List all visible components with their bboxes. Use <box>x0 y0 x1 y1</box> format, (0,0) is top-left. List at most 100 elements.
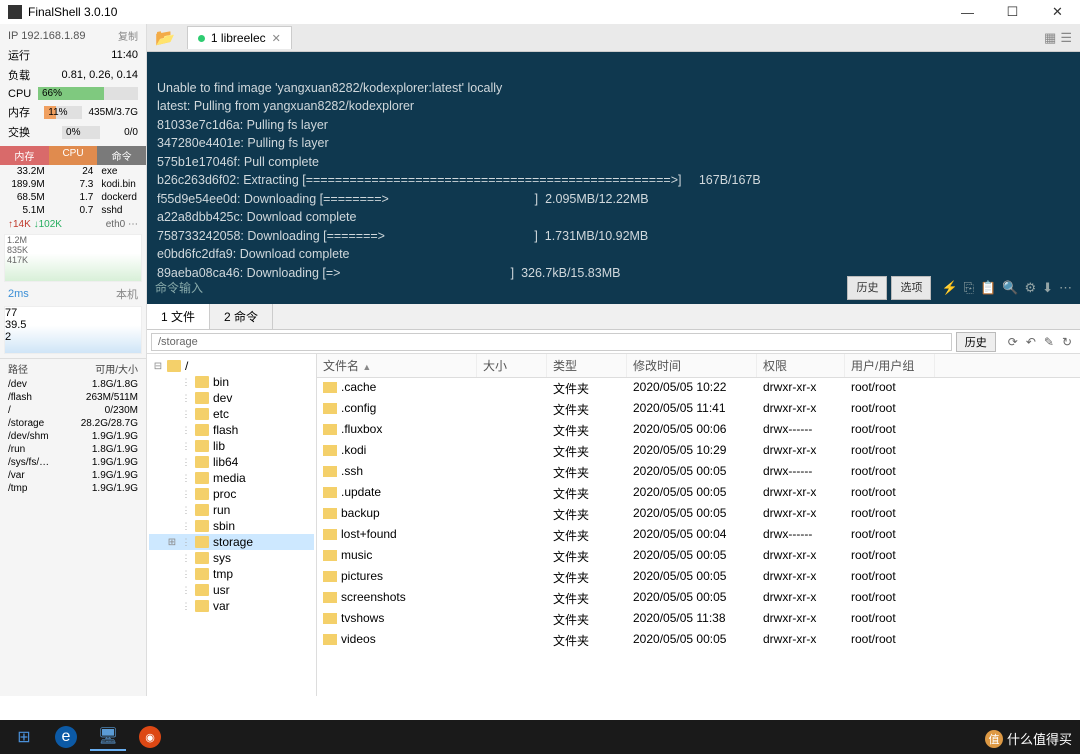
tree-node[interactable]: ⋮flash <box>149 422 314 438</box>
file-row[interactable]: tvshows文件夹2020/05/05 11:38drwxr-xr-xroot… <box>317 609 1080 630</box>
tree-node[interactable]: ⋮etc <box>149 406 314 422</box>
tree-node[interactable]: ⋮sbin <box>149 518 314 534</box>
taskbar[interactable]: ⊞ e 🖥 ◉ 值什么值得买 <box>0 720 1080 754</box>
terminal[interactable]: Unable to find image 'yangxuan8282/kodex… <box>147 52 1080 304</box>
watermark: 值什么值得买 <box>985 729 1072 748</box>
disk-row[interactable]: /dev1.8G/1.8G <box>0 378 146 391</box>
tree-root[interactable]: ⊟/ <box>149 358 314 374</box>
paste-icon[interactable]: 📋 <box>980 279 996 298</box>
maximize-button[interactable]: ☐ <box>990 0 1035 24</box>
tree-node[interactable]: ⋮run <box>149 502 314 518</box>
mem-pct: 11% <box>48 106 67 119</box>
folder-icon <box>323 424 337 435</box>
file-row[interactable]: .update文件夹2020/05/05 00:05drwxr-xr-xroot… <box>317 483 1080 504</box>
options-button[interactable]: 选项 <box>891 276 931 301</box>
tab-label: 1 libreelec <box>211 31 266 45</box>
download-icon[interactable]: ⬇ <box>1042 279 1053 298</box>
file-row[interactable]: .ssh文件夹2020/05/05 00:05drwx------root/ro… <box>317 462 1080 483</box>
taskbar-ubuntu[interactable]: ◉ <box>132 723 168 751</box>
tree-node[interactable]: ⋮lib <box>149 438 314 454</box>
list-view-icon[interactable]: ☰ <box>1060 30 1072 46</box>
file-row[interactable]: .config文件夹2020/05/05 11:41drwxr-xr-xroot… <box>317 399 1080 420</box>
folder-icon <box>323 487 337 498</box>
disk-row[interactable]: /storage28.2G/28.7G <box>0 417 146 430</box>
disk-row[interactable]: /dev/shm1.9G/1.9G <box>0 430 146 443</box>
file-row[interactable]: .fluxbox文件夹2020/05/05 00:06drwx------roo… <box>317 420 1080 441</box>
terminal-input[interactable]: 命令输入 <box>155 279 203 298</box>
minimize-button[interactable]: — <box>945 0 990 24</box>
more-icon[interactable]: ⋯ <box>1059 279 1072 298</box>
disk-row[interactable]: /tmp1.9G/1.9G <box>0 482 146 495</box>
folder-icon <box>195 408 209 420</box>
edit-icon[interactable]: ✎ <box>1044 335 1054 349</box>
net-down: ↓102K <box>34 219 62 230</box>
disk-row[interactable]: /0/230M <box>0 404 146 417</box>
folder-icon <box>195 392 209 404</box>
close-tab-icon[interactable]: ✕ <box>272 32 281 45</box>
process-row[interactable]: 68.5M1.7dockerd <box>0 191 146 204</box>
file-row[interactable]: lost+found文件夹2020/05/05 00:04drwx------r… <box>317 525 1080 546</box>
cpu-pct: 66% <box>42 87 62 100</box>
process-row[interactable]: 5.1M0.7sshd <box>0 204 146 217</box>
file-row[interactable]: .kodi文件夹2020/05/05 10:29drwxr-xr-xroot/r… <box>317 441 1080 462</box>
refresh-icon[interactable]: ⟳ <box>1008 335 1018 349</box>
tree-node[interactable]: ⋮usr <box>149 582 314 598</box>
disk-row[interactable]: /flash263M/511M <box>0 391 146 404</box>
path-history-button[interactable]: 历史 <box>956 332 996 352</box>
gear-icon[interactable]: ⚙ <box>1024 279 1036 298</box>
history-button[interactable]: 历史 <box>847 276 887 301</box>
tree-node[interactable]: ⋮dev <box>149 390 314 406</box>
disk-row[interactable]: /sys/fs/…1.9G/1.9G <box>0 456 146 469</box>
file-row[interactable]: music文件夹2020/05/05 00:05drwxr-xr-xroot/r… <box>317 546 1080 567</box>
open-folder-icon[interactable]: 📂 <box>155 28 175 48</box>
tab-files[interactable]: 1 文件 <box>147 304 210 329</box>
taskbar-windows[interactable]: ⊞ <box>6 723 42 751</box>
status-dot-icon <box>198 35 205 42</box>
tree-node[interactable]: ⋮media <box>149 470 314 486</box>
disk-row[interactable]: /run1.8G/1.9G <box>0 443 146 456</box>
tree-node[interactable]: ⋮sys <box>149 550 314 566</box>
path-input[interactable] <box>151 333 952 351</box>
folder-icon <box>195 488 209 500</box>
file-row[interactable]: backup文件夹2020/05/05 00:05drwxr-xr-xroot/… <box>317 504 1080 525</box>
tree-node[interactable]: ⋮proc <box>149 486 314 502</box>
tree-node[interactable]: ⋮tmp <box>149 566 314 582</box>
disk-row[interactable]: /var1.9G/1.9G <box>0 469 146 482</box>
tree-node[interactable]: ⋮bin <box>149 374 314 390</box>
swap-value: 0/0 <box>124 127 138 138</box>
file-row[interactable]: .cache文件夹2020/05/05 10:22drwxr-xr-xroot/… <box>317 378 1080 399</box>
tree-node[interactable]: ⊞⋮storage <box>149 534 314 550</box>
bolt-icon[interactable]: ⚡ <box>941 279 957 298</box>
close-button[interactable]: ✕ <box>1035 0 1080 24</box>
session-tab[interactable]: 1 libreelec ✕ <box>187 26 292 49</box>
process-row[interactable]: 189.9M7.3kodi.bin <box>0 178 146 191</box>
search-icon[interactable]: 🔍 <box>1002 279 1018 298</box>
directory-tree[interactable]: ⊟/ ⋮bin⋮dev⋮etc⋮flash⋮lib⋮lib64⋮media⋮pr… <box>147 354 317 696</box>
file-row[interactable]: videos文件夹2020/05/05 00:05drwxr-xr-xroot/… <box>317 630 1080 651</box>
taskbar-edge[interactable]: e <box>48 723 84 751</box>
folder-icon <box>323 634 337 645</box>
copy-ip-button[interactable]: 复制 <box>118 28 138 43</box>
file-list-header[interactable]: 文件名 ▲ 大小 类型 修改时间 权限 用户/用户组 <box>317 354 1080 378</box>
folder-icon <box>323 571 337 582</box>
back-icon[interactable]: ↶ <box>1026 335 1036 349</box>
tab-commands[interactable]: 2 命令 <box>210 304 273 329</box>
file-row[interactable]: screenshots文件夹2020/05/05 00:05drwxr-xr-x… <box>317 588 1080 609</box>
net-iface[interactable]: eth0 ⋯ <box>106 219 138 230</box>
ping-host[interactable]: 本机 <box>116 286 138 302</box>
sync-icon[interactable]: ↻ <box>1062 335 1072 349</box>
taskbar-finalshell[interactable]: 🖥 <box>90 723 126 751</box>
folder-icon <box>195 440 209 452</box>
uptime-value: 11:40 <box>111 49 138 61</box>
file-row[interactable]: pictures文件夹2020/05/05 00:05drwxr-xr-xroo… <box>317 567 1080 588</box>
grid-view-icon[interactable]: ▦ <box>1044 30 1056 46</box>
ping-chart: 7739.52 <box>4 306 142 354</box>
titlebar: FinalShell 3.0.10 — ☐ ✕ <box>0 0 1080 24</box>
tree-node[interactable]: ⋮lib64 <box>149 454 314 470</box>
copy-icon[interactable]: ⎘ <box>964 279 974 298</box>
process-row[interactable]: 33.2M24exe <box>0 165 146 178</box>
network-row: ↑14K ↓102K eth0 ⋯ <box>0 217 146 232</box>
folder-icon <box>323 445 337 456</box>
tree-node[interactable]: ⋮var <box>149 598 314 614</box>
folder-icon <box>323 550 337 561</box>
